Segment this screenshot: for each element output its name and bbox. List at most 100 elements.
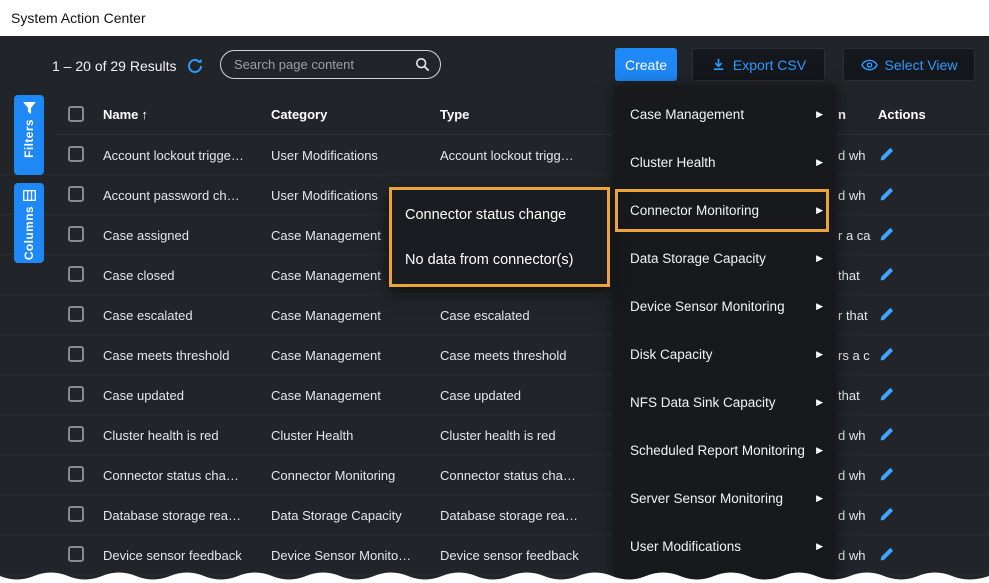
top-bar: System Action Center: [0, 0, 989, 36]
chevron-right-icon: ▶: [816, 109, 823, 120]
search-box: [220, 50, 441, 79]
cell-description-fragment: rs a c: [838, 348, 876, 363]
edit-icon[interactable]: [879, 306, 895, 322]
cell-description-fragment: that: [838, 268, 876, 283]
menu-item-user-modifications[interactable]: User Modifications ▶: [614, 522, 836, 570]
row-checkbox[interactable]: [68, 386, 84, 402]
search-input[interactable]: [234, 57, 415, 72]
menu-item-disk-capacity[interactable]: Disk Capacity ▶: [614, 330, 836, 378]
cell-name: Case assigned: [103, 228, 263, 243]
row-checkbox[interactable]: [68, 346, 84, 362]
edit-icon[interactable]: [879, 226, 895, 242]
select-all-checkbox[interactable]: [68, 106, 84, 122]
cell-description-fragment: d wh: [838, 188, 876, 203]
cell-category: Case Management: [271, 388, 433, 403]
filters-tab[interactable]: Filters: [14, 95, 44, 175]
row-checkbox[interactable]: [68, 466, 84, 482]
table-row: Case escalated Case Management Case esca…: [0, 295, 989, 335]
table-row: Account lockout trigge… User Modificatio…: [0, 135, 989, 175]
menu-item-label: User Modifications: [630, 539, 741, 554]
filters-tab-label: Filters: [22, 119, 36, 158]
edit-icon[interactable]: [879, 266, 895, 282]
edit-icon[interactable]: [879, 186, 895, 202]
chevron-right-icon: ▶: [816, 349, 823, 360]
cell-category: Case Management: [271, 348, 433, 363]
menu-item-label: Cluster Health: [630, 155, 716, 170]
create-button-label: Create: [625, 57, 667, 73]
chevron-right-icon: ▶: [816, 157, 823, 168]
cell-name: Case closed: [103, 268, 263, 283]
column-header-name[interactable]: Name↑: [103, 107, 148, 122]
menu-item-label: Case Management: [630, 107, 744, 122]
cell-description-fragment: that: [838, 388, 876, 403]
menu-item-label: Server Sensor Monitoring: [630, 491, 783, 506]
create-button[interactable]: Create: [615, 48, 677, 81]
menu-item-server-sensor-monitoring[interactable]: Server Sensor Monitoring▶: [614, 474, 836, 522]
row-checkbox[interactable]: [68, 266, 84, 282]
edit-icon[interactable]: [879, 546, 895, 562]
results-count: 1 – 20 of 29 Results: [52, 58, 177, 74]
row-checkbox[interactable]: [68, 546, 84, 562]
menu-item-data-storage-capacity[interactable]: Data Storage Capacity▶: [614, 234, 836, 282]
menu-item-label: NFS Data Sink Capacity: [630, 395, 776, 410]
edit-icon[interactable]: [879, 506, 895, 522]
cell-name: Case escalated: [103, 308, 263, 323]
select-view-button[interactable]: Select View: [843, 48, 975, 81]
cell-category: Cluster Health: [271, 428, 433, 443]
edit-icon[interactable]: [879, 426, 895, 442]
table-row: Connector status cha… Connector Monitori…: [0, 455, 989, 495]
menu-item-cluster-health[interactable]: Cluster Health ▶: [614, 138, 836, 186]
row-checkbox[interactable]: [68, 146, 84, 162]
chevron-right-icon: ▶: [816, 301, 823, 312]
download-icon: [711, 57, 726, 72]
export-csv-button[interactable]: Export CSV: [692, 48, 825, 81]
cell-type: Cluster health is red: [440, 428, 610, 443]
table-row: Cluster health is red Cluster Health Clu…: [0, 415, 989, 455]
cell-name: Account password ch…: [103, 188, 263, 203]
edit-icon[interactable]: [879, 466, 895, 482]
cell-name: Account lockout trigge…: [103, 148, 263, 163]
table-row: Device sensor feedback Device Sensor Mon…: [0, 535, 989, 575]
cell-category: User Modifications: [271, 148, 433, 163]
menu-item-case-management[interactable]: Case Management ▶: [614, 90, 836, 138]
menu-item-label: Scheduled Report Monitoring: [630, 443, 805, 458]
menu-item-nfs-data-sink-capacity[interactable]: NFS Data Sink Capacity ▶: [614, 378, 836, 426]
submenu-item-connector-status-change[interactable]: Connector status change: [392, 199, 607, 231]
chevron-right-icon: ▶: [816, 205, 823, 216]
column-header-actions: Actions: [878, 107, 926, 122]
page-title: System Action Center: [11, 10, 146, 26]
cell-type: Account lockout trigg…: [440, 148, 610, 163]
cell-name: Database storage rea…: [103, 508, 263, 523]
row-checkbox[interactable]: [68, 506, 84, 522]
edit-icon[interactable]: [879, 146, 895, 162]
menu-item-scheduled-report-monitoring[interactable]: Scheduled Report Monitoring ▶: [614, 426, 836, 474]
columns-tab[interactable]: Columns: [14, 183, 44, 263]
column-header-type[interactable]: Type: [440, 107, 469, 122]
edit-icon[interactable]: [879, 346, 895, 362]
cell-type: Case updated: [440, 388, 610, 403]
submenu-item-no-data-from-connectors[interactable]: No data from connector(s): [392, 244, 607, 276]
cell-description-fragment: d wh: [838, 508, 876, 523]
create-dropdown-menu: Case Management ▶ Cluster Health ▶ Connect…: [614, 86, 836, 583]
menu-item-connector-monitoring[interactable]: Connector Monitoring ▶: [614, 186, 836, 234]
cell-type: Case escalated: [440, 308, 610, 323]
menu-item-device-sensor-monitoring[interactable]: Device Sensor Monitoring ▶: [614, 282, 836, 330]
column-header-category[interactable]: Category: [271, 107, 327, 122]
menu-item-label: Connector Monitoring: [630, 203, 759, 218]
chevron-right-icon: ▶: [816, 397, 823, 408]
row-checkbox[interactable]: [68, 186, 84, 202]
menu-item-label: Disk Capacity: [630, 347, 713, 362]
cell-description-fragment: d wh: [838, 148, 876, 163]
cell-type: Case meets threshold: [440, 348, 610, 363]
chevron-right-icon: ▶: [816, 541, 823, 552]
edit-icon[interactable]: [879, 386, 895, 402]
cell-name: Case meets threshold: [103, 348, 263, 363]
chevron-right-icon: ▶: [816, 445, 823, 456]
table-row: Case meets threshold Case Management Cas…: [0, 335, 989, 375]
row-checkbox[interactable]: [68, 426, 84, 442]
menu-item-label: Device Sensor Monitoring: [630, 299, 785, 314]
refresh-icon[interactable]: [186, 57, 204, 75]
row-checkbox[interactable]: [68, 306, 84, 322]
table-row: Database storage rea… Data Storage Capac…: [0, 495, 989, 535]
row-checkbox[interactable]: [68, 226, 84, 242]
